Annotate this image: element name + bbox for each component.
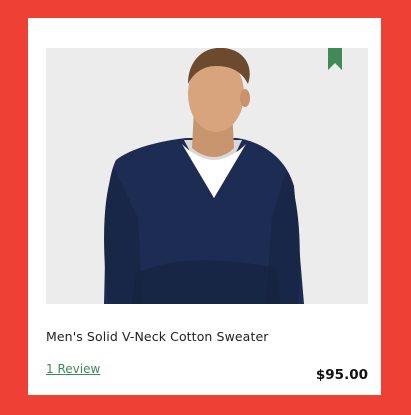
review-link[interactable]: 1 Review [46,362,100,376]
product-title[interactable]: Men's Solid V-Neck Cotton Sweater [46,329,268,344]
product-image[interactable] [46,48,368,304]
product-card[interactable]: Men's Solid V-Neck Cotton Sweater 1 Revi… [28,18,381,395]
bookmark-icon[interactable] [328,48,342,70]
product-price: $95.00 [315,367,368,383]
sweater-model-photo [46,48,368,304]
